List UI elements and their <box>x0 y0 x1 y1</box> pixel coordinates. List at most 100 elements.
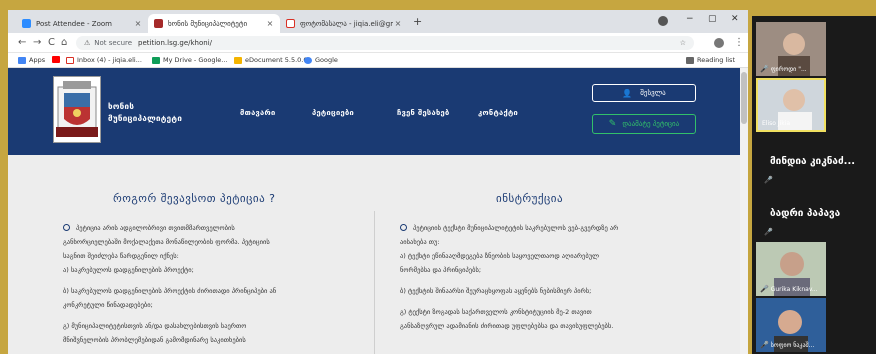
tab-khoni[interactable]: ხონის მუნიციპალიტეტი × <box>148 14 280 33</box>
instruction-text: პეტიციის ტექსტი მუნიციპალიტეტის საკრებულ… <box>400 221 618 340</box>
participant-name: Gurika Kiknav... <box>770 286 818 293</box>
mic-muted-icon: 🎤 <box>764 228 773 236</box>
reading-list-icon <box>686 56 694 64</box>
column-divider <box>374 211 375 354</box>
new-tab-button[interactable]: + <box>413 15 422 28</box>
site-header: ხონის მუნიციპალიტეტი მთავარი პეტიციები ჩ… <box>8 68 740 155</box>
google-icon <box>304 56 312 64</box>
participant-tile[interactable]: მინდია კიკნაძ... 🎤 <box>756 136 876 190</box>
bookmark-apps[interactable]: Apps <box>18 56 45 64</box>
zoom-participants-panel: 🎤 ფიროდი "... Eliso Jikia მინდია კიკნაძ..… <box>752 16 876 354</box>
nav-about[interactable]: ჩვენ შესახებ <box>397 108 450 117</box>
mic-muted-icon: 🎤 <box>764 176 773 184</box>
participant-tile[interactable]: 🎤 Gurika Kiknav... <box>756 242 826 296</box>
url-input[interactable]: ⚠ Not secure petition.lsg.ge/khoni/ ☆ <box>76 36 694 50</box>
reload-button[interactable]: C <box>48 37 55 48</box>
apps-grid-icon <box>18 56 26 64</box>
instruction-title: ინსტრუქცია <box>496 192 564 205</box>
brand-line-2: მუნიციპალიტეტი <box>108 114 183 123</box>
text-line: გ) ტექსტი ზოგადას საქართველოს კონსტიტუცი… <box>400 308 614 330</box>
tab-zoom[interactable]: Post Attendee - Zoom × <box>16 14 148 33</box>
text-line: ბ) ტექსტის შინაარსი შეურაცხყოფას აყენებს… <box>400 287 592 295</box>
text-line: გ) მუნიციპალიტეტისთვის ან/და დასახლებისთ… <box>63 322 247 344</box>
bookmark-inbox[interactable]: Inbox (4) - jiqia.eli... <box>66 56 142 64</box>
participant-name: ბადრი პაპავა <box>770 208 841 219</box>
zoom-favicon-icon <box>22 19 31 28</box>
participant-tile[interactable]: 🎤 სოფიო ნაკაშ... <box>756 298 826 352</box>
security-label: Not secure <box>94 39 133 47</box>
star-icon[interactable]: ☆ <box>680 39 686 47</box>
edocument-icon <box>234 56 242 64</box>
close-window-button[interactable]: ✕ <box>731 14 739 24</box>
web-page: ხონის მუნიციპალიტეტი მთავარი პეტიციები ჩ… <box>8 68 740 354</box>
bookmark-youtube[interactable] <box>52 56 63 63</box>
tab-gmail[interactable]: ფოტომასალა - jiqia.eli@gmail × <box>280 14 408 33</box>
browser-window: Post Attendee - Zoom × ხონის მუნიციპალიტ… <box>8 10 748 354</box>
nav-petitions[interactable]: პეტიციები <box>312 108 354 117</box>
tab-title: ხონის მუნიციპალიტეტი <box>168 19 248 28</box>
circle-bullet-icon <box>63 224 70 231</box>
avatar[interactable] <box>714 38 724 48</box>
participant-tile-active[interactable]: Eliso Jikia <box>756 78 826 132</box>
bookmark-drive[interactable]: My Drive - Google... <box>152 56 227 64</box>
add-petition-button[interactable]: ✎ დაამატე პეტიცია <box>592 114 696 134</box>
forward-button[interactable]: → <box>33 37 41 48</box>
how-to-fill-text: პეტიცია არის ადგილობრივი თვითმმართველობი… <box>63 221 276 354</box>
warning-icon: ⚠ <box>84 39 91 47</box>
menu-icon[interactable]: ⋮ <box>734 37 744 48</box>
tab-title: Post Attendee - Zoom <box>36 19 112 28</box>
url-text: petition.lsg.ge/khoni/ <box>138 39 213 47</box>
screen-frame: Post Attendee - Zoom × ხონის მუნიციპალიტ… <box>0 0 876 354</box>
close-tab-icon[interactable]: × <box>393 19 403 28</box>
participant-tile[interactable]: 🎤 ფიროდი "... <box>756 22 826 76</box>
drive-icon <box>152 56 160 64</box>
bookmark-label: My Drive - Google... <box>163 56 228 64</box>
bookmark-reading-list[interactable]: Reading list <box>686 56 735 64</box>
mic-muted-icon: 🎤 <box>760 285 769 293</box>
text-line: ბ) საკრებულოს დადგენილების პროექტის ძირი… <box>63 287 277 309</box>
participant-name: ფიროდი "... <box>770 66 807 73</box>
bookmark-label: Inbox (4) - jiqia.eli... <box>77 56 142 64</box>
mic-muted-icon: 🎤 <box>760 65 769 73</box>
participant-name: სოფიო ნაკაშ... <box>770 342 815 349</box>
nav-contact[interactable]: კონტაქტი <box>478 108 518 117</box>
text-line: პეტიცია არის ადგილობრივი თვითმმართველობი… <box>63 224 270 274</box>
participant-name: Eliso Jikia <box>762 120 791 127</box>
site-favicon-icon <box>154 19 163 28</box>
scrollbar-thumb[interactable] <box>741 72 747 124</box>
nav-home[interactable]: მთავარი <box>240 108 276 117</box>
login-label: შესვლა <box>640 89 666 97</box>
address-bar: ← → C ⌂ ⚠ Not secure petition.lsg.ge/kho… <box>8 33 748 53</box>
gmail-favicon-icon <box>286 19 295 28</box>
user-icon: 👤 <box>622 88 633 98</box>
edit-icon: ✎ <box>608 119 617 129</box>
close-tab-icon[interactable]: × <box>265 19 275 28</box>
page-scrollbar[interactable] <box>740 68 748 354</box>
bookmark-edocument[interactable]: eDocument 5.5.0.0 <box>234 56 307 64</box>
home-button[interactable]: ⌂ <box>61 37 67 48</box>
bookmarks-bar: Apps Inbox (4) - jiqia.eli... My Drive -… <box>8 53 748 68</box>
bookmark-label: Reading list <box>697 56 735 64</box>
bookmark-google[interactable]: Google <box>304 56 338 64</box>
bookmark-label: Google <box>315 56 338 64</box>
back-button[interactable]: ← <box>18 37 26 48</box>
gmail-icon <box>66 56 74 64</box>
bookmark-label: Apps <box>29 56 46 64</box>
municipality-crest-logo[interactable] <box>53 76 101 143</box>
profile-dot-icon[interactable] <box>658 16 668 26</box>
minimize-button[interactable]: − <box>686 14 694 24</box>
how-to-fill-title: როგორ შევავსოთ პეტიცია ? <box>113 192 276 205</box>
participant-tile[interactable]: ბადრი პაპავა 🎤 <box>756 188 876 242</box>
maximize-button[interactable]: ▢ <box>708 14 717 24</box>
login-button[interactable]: 👤 შესვლა <box>592 84 696 102</box>
participant-name: მინდია კიკნაძ... <box>770 156 856 167</box>
circle-bullet-icon <box>400 224 407 231</box>
brand-title[interactable]: ხონის მუნიციპალიტეტი <box>108 101 182 125</box>
youtube-icon <box>52 56 60 63</box>
close-tab-icon[interactable]: × <box>133 19 143 28</box>
mic-muted-icon: 🎤 <box>760 341 769 349</box>
brand-line-1: ხონის <box>108 102 135 111</box>
tab-title: ფოტომასალა - jiqia.eli@gmail <box>300 19 393 28</box>
add-petition-label: დაამატე პეტიცია <box>622 120 680 128</box>
text-line: პეტიციის ტექსტი მუნიციპალიტეტის საკრებულ… <box>400 224 619 274</box>
